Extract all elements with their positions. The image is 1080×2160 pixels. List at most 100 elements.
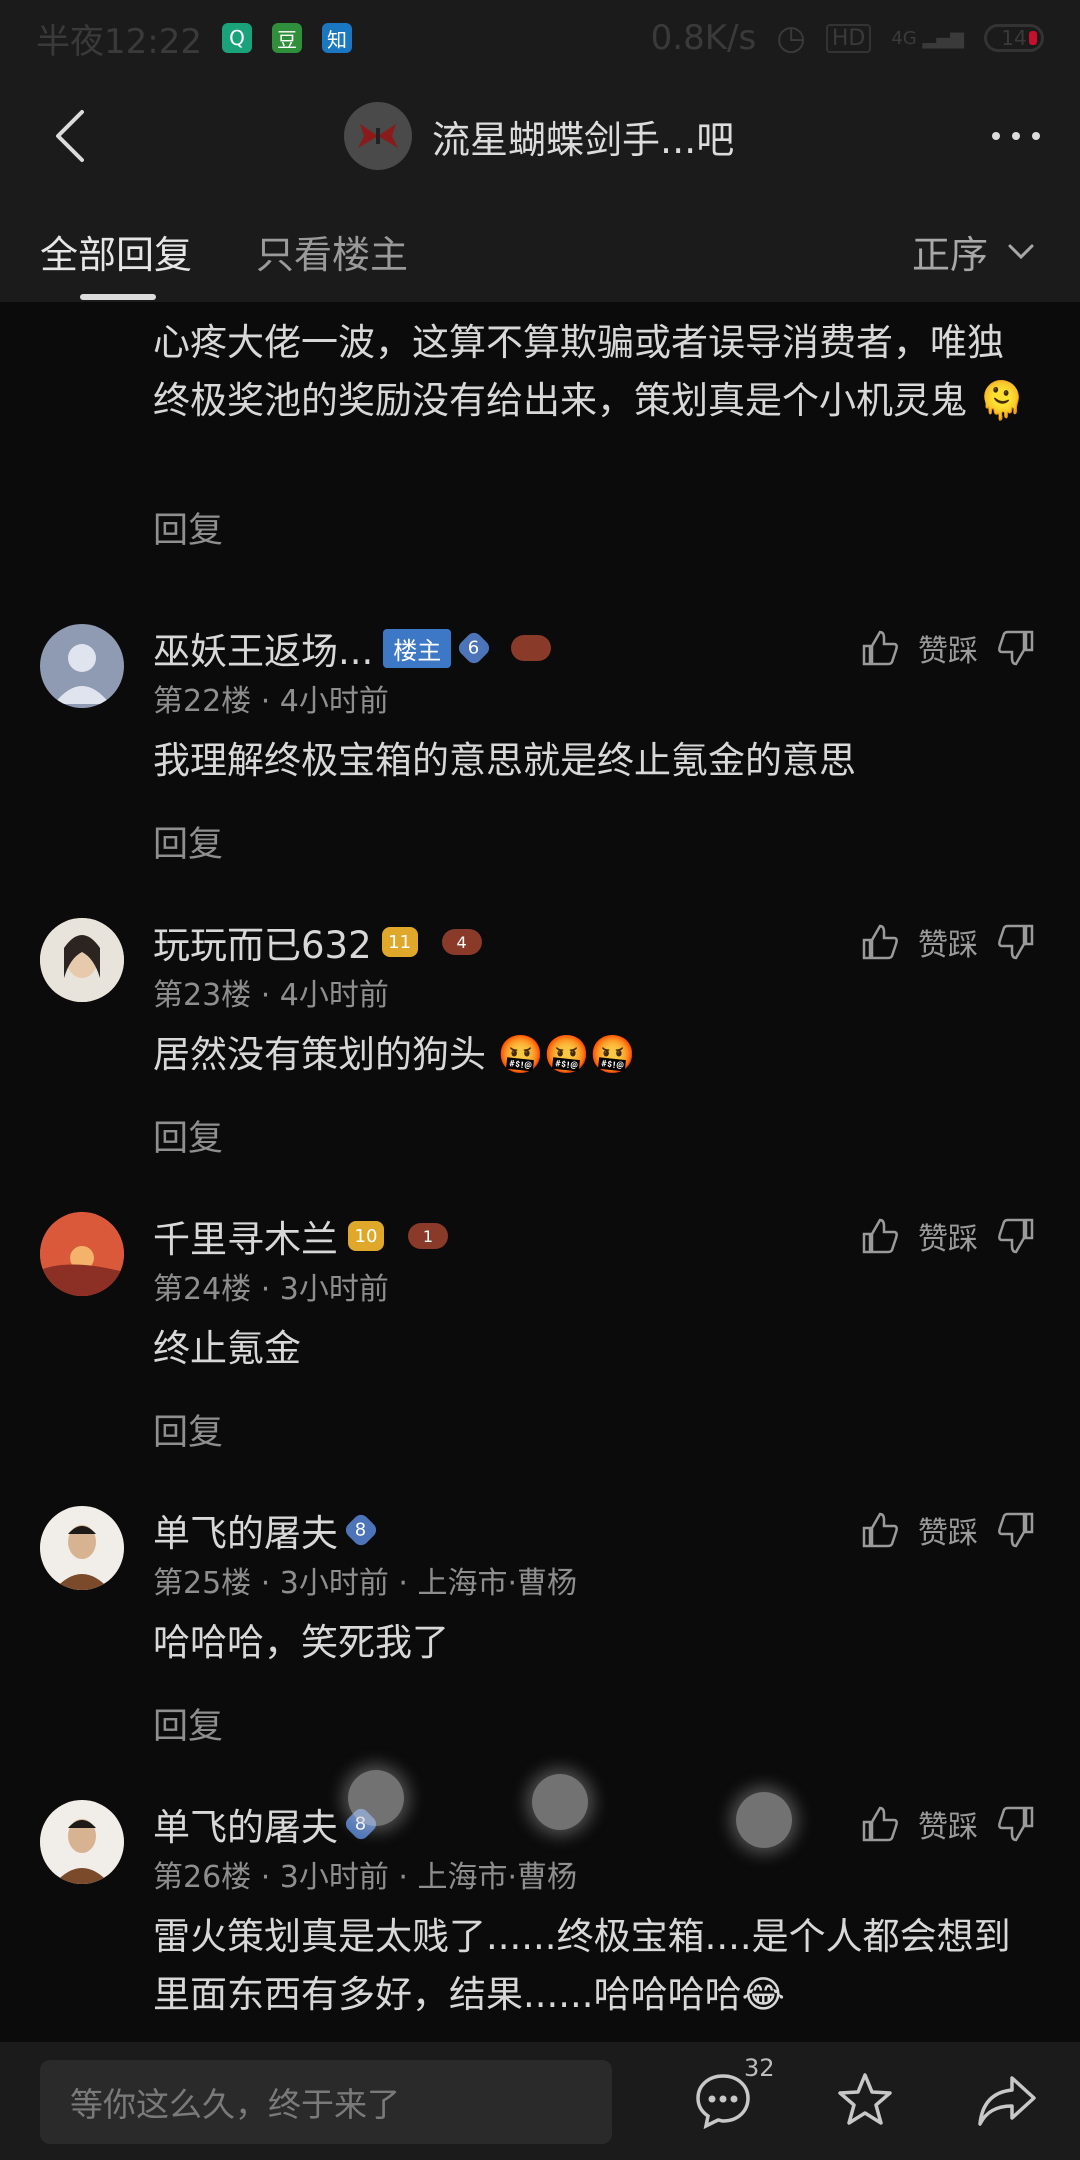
vote-actions: 赞踩	[860, 624, 1036, 672]
vote-label: 赞踩	[918, 1516, 978, 1551]
post-meta: 第22楼 · 4小时前	[153, 684, 389, 719]
avatar[interactable]	[40, 1506, 124, 1590]
alarm-icon: ◷	[776, 18, 806, 58]
status-right: 0.8K/s ◷ HD 4G ▂▄▆ 14	[651, 18, 1044, 58]
post-content: 居然没有策划的狗头 🤬🤬🤬	[153, 1033, 636, 1076]
vote-actions: 赞踩	[860, 1212, 1036, 1260]
vote-actions: 赞踩	[860, 1800, 1036, 1848]
post-content: 我理解终极宝箱的意思就是终止氪金的意思	[153, 739, 856, 782]
vote-actions: 赞踩	[860, 918, 1036, 966]
post-author-row: 单飞的屠夫 8	[153, 1797, 380, 1851]
app-q-icon: Q	[221, 23, 252, 53]
thumbs-down-icon[interactable]	[996, 1804, 1036, 1844]
signal-icon: 4G ▂▄▆	[891, 27, 964, 49]
username[interactable]: 玩玩而已632	[153, 915, 372, 969]
default-user-icon	[54, 644, 110, 704]
user-photo-icon	[40, 918, 124, 1002]
username[interactable]: 千里寻木兰	[153, 1209, 338, 1263]
level-badge: 11	[381, 927, 418, 957]
battery-icon: 14	[984, 24, 1044, 52]
chevron-down-icon	[1008, 244, 1034, 259]
level-badge: 8	[342, 1511, 380, 1549]
thumbs-up-icon[interactable]	[860, 1510, 900, 1550]
butterfly-logo-icon	[358, 124, 398, 148]
back-button[interactable]	[54, 106, 102, 166]
dot-icon	[1032, 132, 1040, 140]
touch-indicator	[348, 1770, 404, 1826]
username[interactable]: 单飞的屠夫	[153, 1503, 338, 1557]
network-speed: 0.8K/s	[650, 18, 757, 58]
dot-icon	[1012, 132, 1020, 140]
post-author-row: 巫妖王返场... 楼主 6	[153, 621, 552, 675]
username[interactable]: 巫妖王返场...	[153, 621, 373, 675]
thumbs-down-icon[interactable]	[996, 628, 1036, 668]
touch-indicator	[532, 1774, 588, 1830]
thumbs-up-icon[interactable]	[860, 628, 900, 668]
comment-input[interactable]: 等你这么久，终于来了	[40, 2060, 612, 2144]
post-meta: 第26楼 · 3小时前 · 上海市·曹杨	[153, 1860, 578, 1895]
thumbs-down-icon[interactable]	[996, 922, 1036, 962]
thumbs-up-icon[interactable]	[860, 922, 900, 962]
sort-label: 正序	[911, 233, 988, 277]
tab-indicator	[80, 294, 156, 300]
reply-button[interactable]: 回复	[153, 1404, 223, 1455]
thumbs-down-icon[interactable]	[996, 1510, 1036, 1550]
tab-owner-only[interactable]: 只看楼主	[256, 224, 408, 279]
post-meta: 第24楼 · 3小时前	[153, 1272, 389, 1307]
level-number: 11	[388, 931, 412, 953]
reply-button[interactable]: 回复	[153, 816, 223, 867]
reply-button[interactable]: 回复	[153, 1110, 223, 1161]
post-author-row: 玩玩而已632 11 4	[153, 915, 482, 969]
avatar[interactable]	[40, 624, 124, 708]
star-icon[interactable]	[834, 2070, 896, 2132]
tab-all-replies[interactable]: 全部回复	[40, 224, 192, 279]
forum-title[interactable]: 流星蝴蝶剑手...吧	[344, 102, 734, 170]
post-author-row: 千里寻木兰 10 1	[153, 1209, 448, 1263]
vote-label: 赞踩	[918, 928, 978, 963]
dot-icon	[992, 132, 1000, 140]
status-time: 半夜12:22	[36, 21, 202, 62]
post-meta: 第23楼 · 4小时前	[153, 978, 389, 1013]
forum-name: 流星蝴蝶剑手...吧	[432, 117, 735, 162]
forum-avatar	[344, 102, 412, 170]
gamepad-icon: 4	[441, 929, 482, 955]
thumbs-up-icon[interactable]	[860, 1804, 900, 1844]
post-content: 终止氪金	[153, 1327, 301, 1370]
emoji-icon: 🫠	[978, 379, 1025, 422]
reply-feed[interactable]: 心疼大佬一波，这算不算欺骗或者误导消费者，唯独终极奖池的奖励没有给出来，策划真是…	[0, 302, 1080, 2042]
post-content: 雷火策划真是太贱了......终极宝箱....是个人都会想到里面东西有多好，结果…	[153, 1915, 1011, 2016]
level-number: 8	[355, 1519, 367, 1541]
share-icon[interactable]	[976, 2070, 1038, 2132]
touch-indicator	[736, 1792, 792, 1848]
top-bar: 流星蝴蝶剑手...吧	[0, 76, 1080, 196]
username[interactable]: 单飞的屠夫	[153, 1797, 338, 1851]
user-photo-icon	[40, 1800, 124, 1884]
thumbs-up-icon[interactable]	[860, 1216, 900, 1256]
post-content: 哈哈哈，笑死我了	[153, 1621, 449, 1664]
more-button[interactable]	[992, 116, 1040, 156]
gamepad-level: 4	[456, 932, 467, 952]
user-photo-icon	[40, 1506, 124, 1590]
comment-count: 32	[744, 2054, 775, 2082]
level-badge: 6	[455, 629, 493, 667]
status-bar: 半夜12:22 Q 豆 知 0.8K/s ◷ HD 4G ▂▄▆ 14	[0, 0, 1080, 76]
avatar[interactable]	[40, 918, 124, 1002]
sort-button[interactable]: 正序	[912, 224, 1034, 279]
gamepad-icon	[511, 635, 552, 661]
vote-actions: 赞踩	[860, 1506, 1036, 1554]
reply-button[interactable]: 回复	[153, 1698, 223, 1749]
thumbs-down-icon[interactable]	[996, 1216, 1036, 1256]
reply-button[interactable]: 回复	[153, 502, 223, 553]
status-left: 半夜12:22 Q 豆 知	[36, 14, 352, 63]
app-douban-icon: 豆	[271, 23, 302, 53]
avatar[interactable]	[40, 1212, 124, 1296]
post-meta: 第25楼 · 3小时前 · 上海市·曹杨	[153, 1566, 578, 1601]
owner-badge: 楼主	[383, 628, 452, 668]
gamepad-level: 1	[422, 1226, 434, 1246]
back-arrow-icon	[56, 110, 84, 162]
partial-post-content: 心疼大佬一波，这算不算欺骗或者误导消费者，唯独终极奖池的奖励没有给出来，策划真是…	[153, 314, 1033, 430]
vote-label: 赞踩	[918, 1810, 978, 1845]
level-number: 10	[354, 1225, 378, 1247]
avatar[interactable]	[40, 1800, 124, 1884]
gamepad-icon: 1	[408, 1223, 448, 1249]
